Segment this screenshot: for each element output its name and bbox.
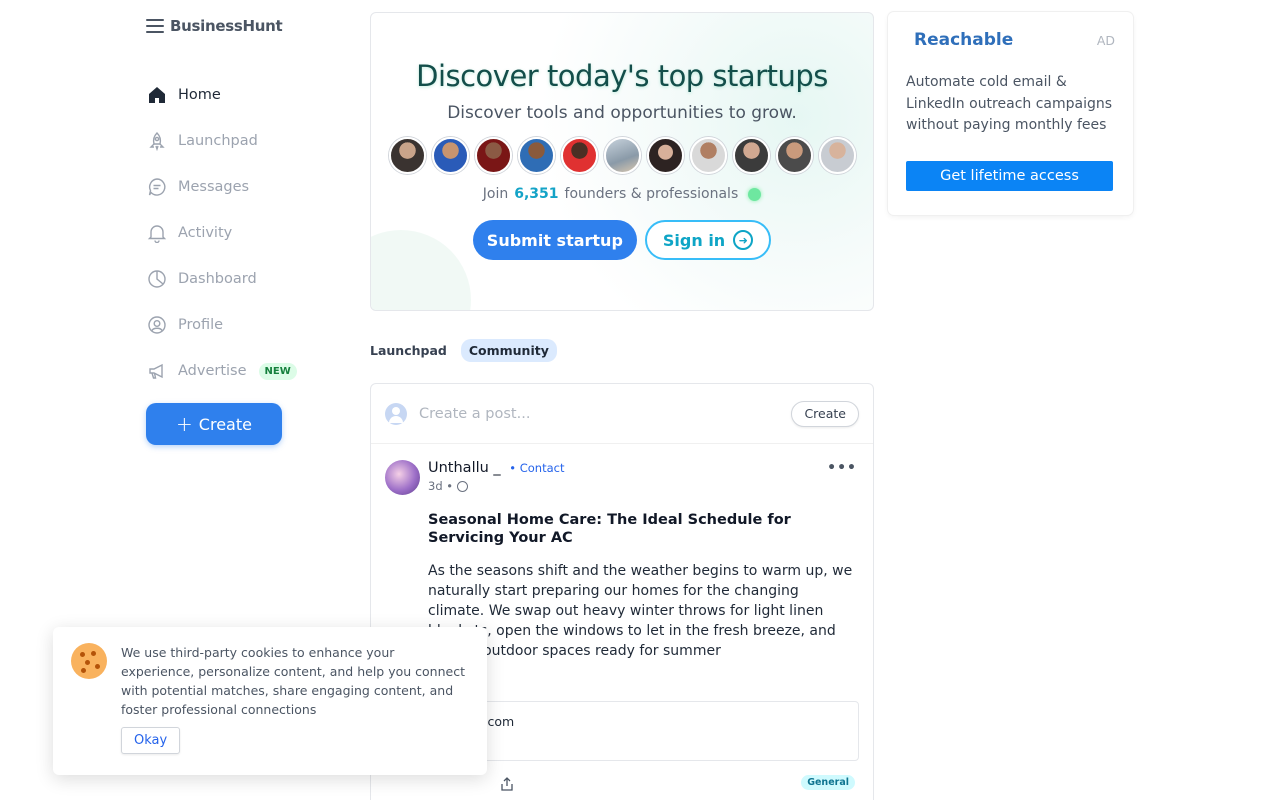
ad-label: AD [1096, 32, 1115, 48]
app-root: BusinessHunt Home Launchpad Messages Act… [0, 0, 1280, 800]
bell-icon [146, 222, 168, 244]
post-body: Seasonal Home Care: The Ideal Schedule f… [428, 511, 859, 791]
tab-launchpad[interactable]: Launchpad [370, 343, 447, 358]
ad-title[interactable]: Reachable [914, 30, 1013, 50]
avatar [818, 137, 856, 174]
sign-in-button[interactable]: Sign in ➜ [644, 220, 772, 260]
ad-card: Reachable AD Automate cold email & Linke… [888, 12, 1133, 215]
link-preview[interactable]: platter.com bsite → [428, 701, 859, 761]
hero-actions: Submit startup Sign in ➜ [371, 220, 873, 260]
join-suffix: founders & professionals [564, 186, 739, 202]
okay-button[interactable]: Okay [121, 727, 181, 754]
avatar [517, 137, 555, 174]
avatar [560, 137, 598, 174]
sidebar-item-home[interactable]: Home [146, 72, 346, 118]
feed-tabs: Launchpad Community [370, 339, 557, 362]
avatar [732, 137, 770, 174]
create-post-input[interactable]: Create a post... [419, 406, 779, 422]
new-badge: NEW [258, 362, 297, 380]
avatar [388, 137, 426, 174]
brand[interactable]: BusinessHunt [146, 14, 346, 38]
share-icon[interactable] [500, 776, 514, 791]
cookie-icon [71, 643, 107, 679]
sidebar-item-label: Activity [178, 225, 233, 241]
read-more-link[interactable]: re [428, 679, 859, 695]
sidebar-item-label: Home [178, 87, 221, 103]
sidebar-item-label: Messages [178, 179, 250, 195]
sign-in-label: Sign in [662, 230, 726, 250]
join-prefix: Join [482, 186, 509, 202]
founder-count: 6,351 [514, 186, 559, 202]
home-icon [146, 84, 168, 106]
pie-chart-icon [146, 268, 168, 290]
post-actions: General [428, 775, 859, 791]
hero-card: Discover today's top startups Discover t… [370, 12, 874, 311]
online-indicator-icon [748, 187, 762, 201]
founder-avatars [371, 137, 873, 174]
get-lifetime-access-button[interactable]: Get lifetime access [906, 160, 1113, 191]
post-meta: 3d • [428, 479, 564, 493]
visit-website-link[interactable]: bsite → [443, 735, 844, 749]
arrow-right-circle-icon: ➜ [733, 230, 754, 250]
post-age: 3d • [428, 479, 454, 493]
post-text: As the seasons shift and the weather beg… [428, 563, 853, 659]
create-post-button[interactable]: Create [791, 400, 859, 427]
megaphone-icon [146, 360, 168, 382]
submit-startup-button[interactable]: Submit startup [472, 220, 637, 260]
link-domain: platter.com [443, 714, 844, 729]
tab-community[interactable]: Community [460, 339, 557, 362]
avatar [646, 137, 684, 174]
cookie-banner: We use third-party cookies to enhance yo… [53, 627, 487, 775]
author-line: Unthallu _ • Contact [428, 460, 564, 476]
ad-header: Reachable AD [906, 30, 1115, 50]
globe-icon [457, 480, 469, 492]
author-avatar[interactable] [385, 460, 420, 495]
post-header: Unthallu _ • Contact 3d • [385, 460, 859, 495]
brand-name[interactable]: BusinessHunt [170, 17, 283, 35]
author-name[interactable]: Unthallu _ [428, 460, 501, 476]
sidebar-item-profile[interactable]: Profile [146, 302, 346, 348]
user-avatar-icon [385, 402, 407, 425]
post-title[interactable]: Seasonal Home Care: The Ideal Schedule f… [428, 511, 859, 547]
hero-subtitle: Discover tools and opportunities to grow… [447, 103, 797, 123]
user-circle-icon [146, 314, 168, 336]
sidebar-item-advertise[interactable]: Advertise NEW [146, 348, 346, 394]
sidebar-item-dashboard[interactable]: Dashboard [146, 256, 346, 302]
ad-description: Automate cold email & LinkedIn outreach … [906, 74, 1113, 133]
sidebar-item-label: Profile [178, 317, 224, 333]
avatar [775, 137, 813, 174]
join-line: Join 6,351 founders & professionals [371, 186, 873, 202]
sidebar-item-label: Dashboard [178, 271, 257, 287]
avatar [603, 137, 641, 174]
more-options-icon[interactable]: ••• [827, 460, 857, 476]
hamburger-menu-icon[interactable] [146, 19, 164, 33]
sidebar-item-label: Launchpad [178, 133, 258, 149]
sidebar-item-launchpad[interactable]: Launchpad [146, 118, 346, 164]
cookie-message: We use third-party cookies to enhance yo… [121, 645, 465, 717]
chat-icon [146, 176, 168, 198]
post-composer: Create a post... Create [371, 384, 873, 444]
sidebar-item-messages[interactable]: Messages [146, 164, 346, 210]
plus-icon: + [176, 412, 193, 436]
sidebar-item-label: Advertise [178, 363, 247, 379]
avatar [431, 137, 469, 174]
create-button[interactable]: + Create [146, 403, 282, 445]
sidebar-nav: Home Launchpad Messages Activity Dashboa… [146, 72, 346, 394]
avatar [689, 137, 727, 174]
sidebar: BusinessHunt Home Launchpad Messages Act… [146, 14, 346, 445]
sidebar-item-activity[interactable]: Activity [146, 210, 346, 256]
rocket-icon [146, 130, 168, 152]
category-badge[interactable]: General [801, 775, 855, 790]
hero-title: Discover today's top startups [416, 59, 828, 93]
avatar [474, 137, 512, 174]
contact-link[interactable]: • Contact [509, 461, 564, 475]
create-button-label: Create [198, 414, 252, 434]
